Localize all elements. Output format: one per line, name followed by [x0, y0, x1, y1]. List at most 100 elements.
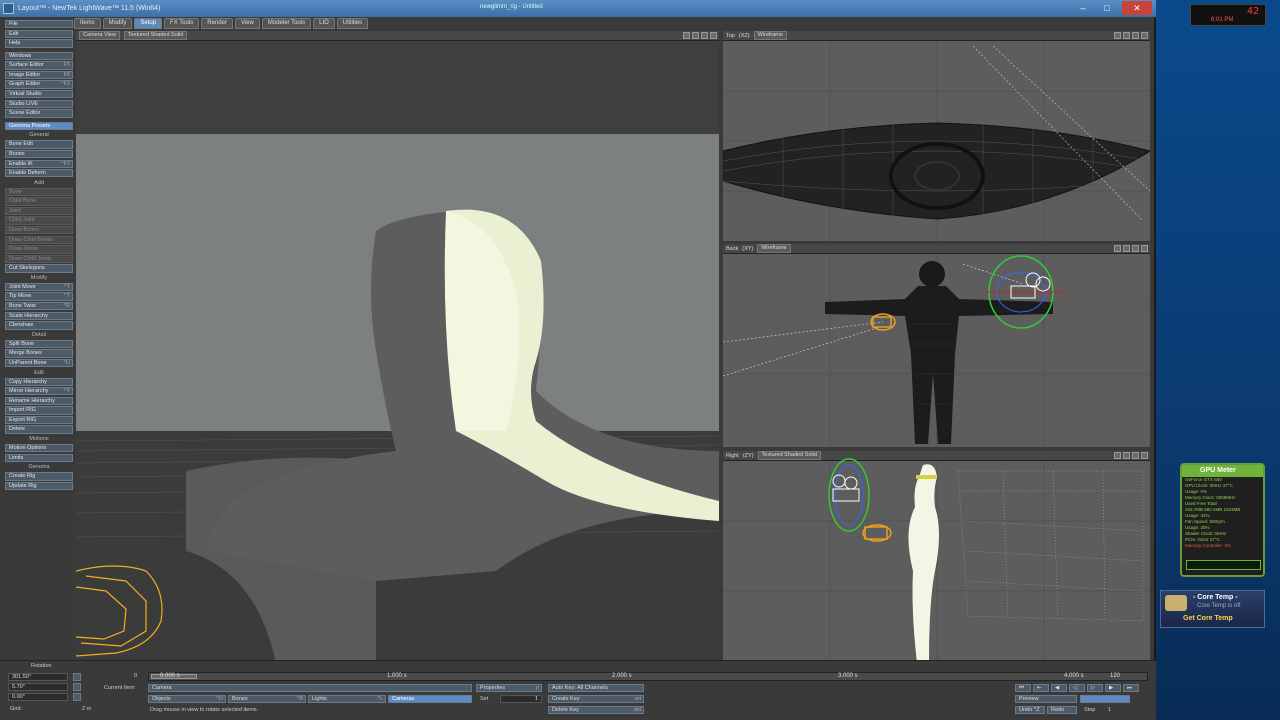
- file-button[interactable]: File: [5, 20, 73, 29]
- mirror-hierarchy-button[interactable]: Mirror Hierarchy ^Y: [5, 387, 73, 396]
- auto-key-dropdown[interactable]: Auto Key: All Channels: [548, 684, 644, 692]
- tab-setup[interactable]: Setup: [134, 18, 163, 29]
- copy-hierarchy-button[interactable]: Copy Hierarchy: [5, 377, 73, 386]
- objects-button[interactable]: Objects ^O: [148, 695, 226, 703]
- get-core-temp-link[interactable]: Get Core Temp: [1183, 615, 1233, 622]
- joint-move-button[interactable]: Joint Move ^T: [5, 282, 73, 292]
- tip-move-button[interactable]: Tip Move ^T: [5, 292, 73, 301]
- lights-label: Lights: [312, 696, 327, 702]
- export-rig-button[interactable]: Export RIG: [5, 415, 73, 425]
- tab-utilities[interactable]: Utilities: [336, 18, 369, 29]
- current-item-dropdown[interactable]: Camera: [148, 684, 472, 692]
- copy-hierarchy-label: Copy Hierarchy: [9, 378, 47, 385]
- split-bone-button[interactable]: Split Bone: [5, 339, 73, 349]
- back-viewport[interactable]: Back (XY) Wireframe: [723, 244, 1150, 447]
- child-joint-button[interactable]: Child Joint: [5, 216, 73, 225]
- bones-button[interactable]: Bones: [5, 149, 73, 159]
- rename-hierarchy-label: Rename Hierarchy: [9, 397, 55, 404]
- camera-viewport[interactable]: Camera View Textured Shaded Solid: [76, 31, 719, 663]
- draw-child-joints-button[interactable]: Draw Child Joints: [5, 254, 73, 264]
- top-viewport[interactable]: Top (XZ) Wireframe: [723, 31, 1150, 241]
- title-bar[interactable]: Layout™ - NewTek LightWave™ 11.5 (Win64)…: [0, 0, 1156, 17]
- properties-button[interactable]: Properties p: [476, 684, 542, 692]
- graph-editor-button[interactable]: Graph Editor ^F2: [5, 80, 73, 89]
- virtual-studio-button[interactable]: Virtual Studio: [5, 90, 73, 99]
- genoma-presets-button[interactable]: Genoma Presets: [5, 121, 73, 131]
- bones-button[interactable]: Bones ^B: [228, 695, 306, 703]
- create-rig-button[interactable]: Create Rig: [5, 472, 73, 481]
- image-editor-button[interactable]: Image Editor F6: [5, 70, 73, 80]
- genoma-presets-label: Genoma Presets: [9, 122, 51, 129]
- bones-label: Bones: [232, 696, 248, 702]
- clenshaw-button[interactable]: Clenshaw: [5, 321, 73, 330]
- timeline-slider[interactable]: [148, 672, 1148, 681]
- gpu-meter-gadget[interactable]: GPU Meter GeForce GTX 660 GPU Clock: 0MHz…: [1180, 463, 1265, 577]
- joint-move-shortcut: ^T: [64, 283, 70, 290]
- close-button[interactable]: ✕: [1122, 1, 1152, 15]
- lights-button[interactable]: Lights ^L: [308, 695, 386, 703]
- draw-bones-button[interactable]: Draw Bones: [5, 225, 73, 235]
- child-bone-button[interactable]: Child Bone: [5, 197, 73, 206]
- enable-deform-button[interactable]: Enable Deform: [5, 169, 73, 178]
- unparent-bone-button[interactable]: UnParent Bone ^U: [5, 358, 73, 368]
- delete-key-button[interactable]: Delete Key del: [548, 706, 644, 714]
- studio-live-button[interactable]: Studio LIVE: [5, 99, 73, 109]
- frame-start: 0: [134, 673, 138, 679]
- help-button[interactable]: Help: [5, 39, 73, 48]
- bone-button[interactable]: Bone: [5, 187, 73, 197]
- enable-ik-button[interactable]: Enable IK ^F7: [5, 159, 73, 168]
- minimize-button[interactable]: –: [1072, 1, 1094, 15]
- undo-button[interactable]: Undo ^Z: [1015, 706, 1045, 714]
- tab-modify[interactable]: Modify: [102, 18, 133, 29]
- next-frame-button[interactable]: ▶: [1105, 684, 1121, 692]
- first-frame-button[interactable]: ⏮: [1015, 684, 1031, 692]
- draw-joints-button[interactable]: Draw Joints: [5, 245, 73, 254]
- rename-hierarchy-button[interactable]: Rename Hierarchy: [5, 396, 73, 406]
- scale-hierarchy-button[interactable]: Scale Hierarchy: [5, 311, 73, 320]
- tab-render[interactable]: Render: [201, 18, 233, 29]
- clenshaw-label: Clenshaw: [9, 322, 34, 329]
- redo-button[interactable]: Redo: [1047, 706, 1077, 714]
- update-rig-button[interactable]: Update Rig: [5, 481, 73, 491]
- preview-dropdown[interactable]: Preview: [1015, 695, 1077, 703]
- h-lock-toggle[interactable]: [73, 673, 81, 681]
- bank-field[interactable]: 0.00°: [8, 693, 68, 701]
- core-temp-gadget[interactable]: - Core Temp - Core Temp is off. Get Core…: [1160, 590, 1265, 628]
- import-rig-button[interactable]: Import RIG: [5, 406, 73, 415]
- prev-frame-button[interactable]: ◀: [1051, 684, 1067, 692]
- key-mode-toggle[interactable]: [1080, 695, 1130, 703]
- play-reverse-button[interactable]: ◁: [1069, 684, 1085, 692]
- bone-edit-button[interactable]: Bone Edit: [5, 140, 73, 149]
- motion-options-button[interactable]: Motion Options: [5, 443, 73, 453]
- play-button[interactable]: ▷: [1087, 684, 1103, 692]
- last-frame-button[interactable]: ⏭: [1123, 684, 1139, 692]
- surface-editor-button[interactable]: Surface Editor F5: [5, 61, 73, 70]
- p-lock-toggle[interactable]: [73, 683, 81, 691]
- tab-view[interactable]: View: [234, 18, 260, 29]
- set-field[interactable]: 1: [500, 695, 542, 703]
- tab-fx-tools[interactable]: FX Tools: [164, 18, 200, 29]
- merge-bones-button[interactable]: Merge Bones: [5, 349, 73, 358]
- bone-twist-button[interactable]: Bone Twist ^R: [5, 302, 73, 311]
- delete-button[interactable]: Delete: [5, 425, 73, 434]
- heading-field[interactable]: 301.50°: [8, 673, 68, 681]
- joint-button[interactable]: Joint: [5, 206, 73, 216]
- cut-skelegons-button[interactable]: Cut Skelegons: [5, 264, 73, 273]
- pitch-field[interactable]: 5.70°: [8, 683, 68, 691]
- maximize-button[interactable]: □: [1096, 1, 1118, 15]
- tab-items[interactable]: Items: [74, 18, 101, 29]
- right-viewport[interactable]: Right (ZY) Textured Shaded Solid: [723, 451, 1150, 663]
- prev-key-button[interactable]: ⇤: [1033, 684, 1049, 692]
- delete-label: Delete: [9, 426, 25, 433]
- cameras-button[interactable]: Cameras: [388, 695, 472, 703]
- windows-button[interactable]: Windows: [5, 51, 73, 61]
- edit-button[interactable]: Edit: [5, 29, 73, 38]
- create-key-button[interactable]: Create Key ret: [548, 695, 644, 703]
- scene-editor-button[interactable]: Scene Editor: [5, 109, 73, 118]
- limits-button[interactable]: Limits: [5, 453, 73, 462]
- tab-modeler-tools[interactable]: Modeler Tools: [261, 18, 312, 29]
- b-lock-toggle[interactable]: [73, 693, 81, 701]
- split-bone-label: Split Bone: [9, 340, 35, 347]
- draw-child-bones-button[interactable]: Draw Child Bones: [5, 235, 73, 244]
- tab-lio[interactable]: LIO: [313, 18, 335, 29]
